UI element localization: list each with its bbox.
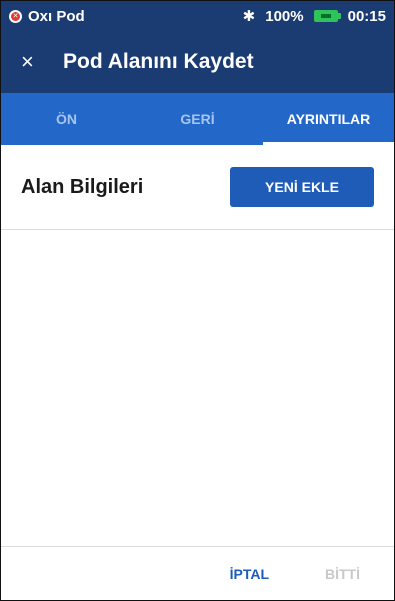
tab-front[interactable]: ÖN xyxy=(1,93,132,145)
site-info-row: Alan Bilgileri YENİ EKLE xyxy=(1,145,394,230)
tab-bar: ÖN GERİ AYRINTILAR xyxy=(1,93,394,145)
footer-bar: İPTAL BİTTİ xyxy=(1,546,394,600)
status-left: ✕ Oxı Pod xyxy=(9,8,85,25)
cancel-button[interactable]: İPTAL xyxy=(230,566,269,582)
content-area xyxy=(1,230,394,540)
battery-charging-icon xyxy=(313,10,341,22)
page-title: Pod Alanını Kaydet xyxy=(63,50,254,73)
done-button[interactable]: BİTTİ xyxy=(325,566,360,582)
pod-alert-icon: ✕ xyxy=(9,9,22,23)
add-new-button[interactable]: YENİ EKLE xyxy=(230,167,374,207)
app-header: × Pod Alanını Kaydet xyxy=(1,31,394,93)
status-bar: ✕ Oxı Pod ✱ 100% 00:15 xyxy=(1,1,394,31)
tab-back[interactable]: GERİ xyxy=(132,93,263,145)
status-time: 00:15 xyxy=(347,7,386,25)
status-right: ✱ 100% 00:15 xyxy=(242,7,386,26)
bluetooth-icon: ✱ xyxy=(242,8,256,25)
status-app-name: Oxı Pod xyxy=(28,7,85,25)
tab-details[interactable]: AYRINTILAR xyxy=(263,93,394,145)
section-title: Alan Bilgileri xyxy=(21,175,144,198)
battery-percent: 100% xyxy=(265,7,304,25)
close-icon[interactable]: × xyxy=(21,51,47,73)
app-screen: ✕ Oxı Pod ✱ 100% 00:15 × Pod Alanını Kay… xyxy=(0,0,395,601)
